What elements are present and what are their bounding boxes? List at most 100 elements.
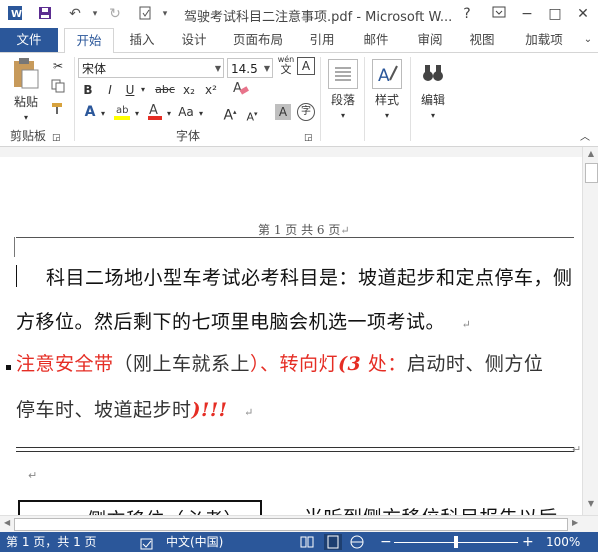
margin-corner-mark: [14, 237, 15, 257]
web-layout-icon[interactable]: [350, 535, 364, 555]
tab-design[interactable]: 设计: [174, 28, 214, 52]
black-text: （刚上车就系上: [113, 353, 251, 375]
font-size-value: 14.5: [231, 62, 258, 76]
tab-references[interactable]: 引用: [302, 28, 342, 52]
format-painter-icon[interactable]: [48, 101, 68, 120]
paragraph-1-line-2-text: 方移位。然后剩下的七项里电脑会机选一项考试。: [16, 311, 446, 333]
scroll-up-icon[interactable]: ▲: [585, 149, 597, 158]
binoculars-icon[interactable]: [418, 59, 448, 89]
paragraph-mark-icon: ↵: [28, 469, 38, 482]
tab-home[interactable]: 开始: [64, 28, 114, 54]
italic-button[interactable]: I: [102, 81, 118, 99]
char-shading-button[interactable]: A: [275, 104, 291, 120]
zoom-out-icon[interactable]: −: [380, 532, 392, 552]
print-layout-icon[interactable]: [324, 534, 342, 550]
text-effects-dropdown-icon[interactable]: ▾: [98, 105, 108, 123]
vertical-scroll-thumb[interactable]: [585, 163, 598, 183]
paragraph-dropdown-icon[interactable]: ▾: [335, 107, 351, 125]
underline-button[interactable]: U: [122, 81, 138, 99]
underline-dropdown-icon[interactable]: ▾: [138, 81, 148, 99]
customize-qat-icon[interactable]: ▾: [156, 5, 174, 23]
subscript-button[interactable]: x₂: [180, 81, 198, 99]
zoom-in-icon[interactable]: +: [522, 532, 534, 552]
char-border-button[interactable]: A: [297, 57, 315, 75]
proofing-icon[interactable]: [140, 536, 154, 556]
status-bar: 第 1 页，共 1 页 中文(中国) − + 100%: [0, 532, 598, 552]
document-area[interactable]: 第 1 页 共 6 页↵ 科目二场地小型车考试必考科目是：坡道起步和定点停车，侧…: [0, 157, 582, 515]
language-status[interactable]: 中文(中国): [166, 532, 223, 552]
phonetic-guide-button[interactable]: wén 文: [276, 55, 296, 76]
change-case-dropdown-icon[interactable]: ▾: [196, 105, 206, 123]
bold-button[interactable]: B: [80, 81, 96, 99]
superscript-button[interactable]: x²: [202, 81, 220, 99]
save-icon[interactable]: [36, 5, 54, 23]
highlight-dropdown-icon[interactable]: ▾: [132, 105, 142, 123]
styles-icon[interactable]: A: [372, 59, 402, 89]
help-button[interactable]: ?: [456, 4, 478, 24]
scroll-right-icon[interactable]: ▶: [572, 518, 578, 527]
scroll-left-icon[interactable]: ◀: [4, 518, 10, 527]
page-header: 第 1 页 共 6 页↵: [258, 221, 350, 238]
paragraph-2-line-1: 注意安全带（刚上车就系上）、转向灯(3 处：启动时、侧方位: [16, 349, 543, 376]
svg-text:A: A: [149, 103, 158, 118]
paragraph-1-line-2: 方移位。然后剩下的七项里电脑会机选一项考试。 ↵: [16, 307, 471, 334]
font-name-value: 宋体: [82, 62, 107, 76]
chevron-down-icon: ▼: [263, 64, 270, 73]
tab-insert[interactable]: 插入: [122, 28, 162, 52]
cut-icon[interactable]: ✂: [48, 57, 68, 75]
paste-icon[interactable]: [8, 57, 42, 93]
minimize-button[interactable]: −: [516, 4, 538, 24]
font-size-select[interactable]: 14.5 ▼: [227, 58, 273, 78]
font-launcher-icon[interactable]: ◲: [304, 129, 313, 147]
zoom-slider-thumb[interactable]: [454, 536, 458, 548]
tab-file[interactable]: 文件: [0, 28, 58, 52]
font-name-select[interactable]: 宋体 ▼: [78, 58, 224, 78]
svg-text:ab: ab: [116, 105, 128, 116]
redo-icon[interactable]: ↻: [106, 5, 124, 23]
grow-font-button[interactable]: A▴: [222, 103, 238, 125]
tab-mailings[interactable]: 邮件: [356, 28, 396, 52]
horizontal-scroll-thumb[interactable]: [14, 518, 568, 531]
copy-icon[interactable]: [48, 79, 68, 98]
styles-dropdown-icon[interactable]: ▾: [379, 107, 395, 125]
tab-page-layout[interactable]: 页面布局: [228, 28, 288, 52]
more-tabs-icon[interactable]: ⌄: [580, 28, 596, 52]
vertical-scrollbar[interactable]: ▲ ▼: [582, 147, 598, 515]
word-icon[interactable]: W: [6, 5, 24, 23]
shrink-font-button[interactable]: A▾: [244, 105, 260, 127]
font-color-icon[interactable]: A: [146, 101, 164, 126]
change-case-button[interactable]: Aa: [176, 103, 196, 121]
editing-dropdown-icon[interactable]: ▾: [425, 107, 441, 125]
paragraph-icon[interactable]: [328, 59, 358, 89]
ribbon-display-icon[interactable]: [488, 4, 510, 24]
enclose-characters-button[interactable]: 字: [297, 103, 315, 121]
paste-dropdown-icon[interactable]: ▾: [16, 109, 36, 127]
touch-mode-icon[interactable]: [136, 5, 154, 23]
title-bar: W ↶ ▾ ↻ ▾ 驾驶考试科目二注意事项.pdf - Microsoft W.…: [0, 0, 598, 28]
maximize-button[interactable]: □: [544, 4, 566, 24]
clear-formatting-icon[interactable]: A: [230, 79, 250, 102]
undo-icon[interactable]: ↶: [66, 5, 84, 23]
paragraph-mark-icon: ↵: [340, 224, 350, 237]
font-color-dropdown-icon[interactable]: ▾: [164, 105, 174, 123]
collapse-ribbon-icon[interactable]: ︿: [578, 129, 592, 147]
black-text: 启动时、侧方位: [406, 353, 544, 375]
horizontal-scrollbar[interactable]: ◀ ▶: [0, 515, 598, 532]
ribbon-tabs: 文件 开始 插入 设计 页面布局 引用 邮件 审阅 视图 加载项 ⌄: [0, 28, 598, 54]
tab-addins[interactable]: 加载项: [516, 28, 572, 52]
page-count-status[interactable]: 第 1 页，共 1 页: [6, 532, 97, 552]
tab-view[interactable]: 视图: [462, 28, 502, 52]
strikethrough-button[interactable]: abc: [154, 81, 176, 99]
svg-text:A: A: [233, 81, 242, 96]
read-mode-icon[interactable]: [300, 535, 314, 555]
red-text: 注意安全带: [16, 353, 114, 375]
text-effects-icon[interactable]: A: [80, 103, 100, 121]
undo-dropdown-icon[interactable]: ▾: [86, 5, 104, 23]
close-button[interactable]: ✕: [572, 4, 594, 24]
zoom-level[interactable]: 100%: [546, 532, 580, 552]
tab-review[interactable]: 审阅: [410, 28, 450, 52]
clipboard-launcher-icon[interactable]: ◲: [52, 129, 61, 147]
highlight-icon[interactable]: ab: [112, 101, 132, 126]
chevron-down-icon: ▼: [214, 64, 221, 73]
scroll-down-icon[interactable]: ▼: [585, 499, 597, 508]
